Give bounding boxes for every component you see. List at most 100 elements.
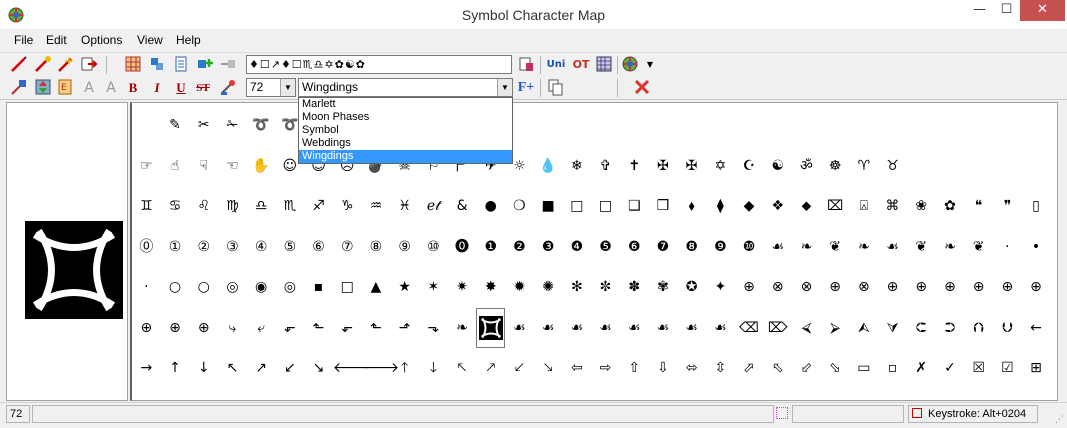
- glyph-cell[interactable]: [1050, 267, 1067, 307]
- glyph-cell[interactable]: ✠: [677, 146, 706, 186]
- glyph-cell[interactable]: ①: [161, 227, 190, 267]
- glyph-cell[interactable]: ☙: [763, 227, 792, 267]
- glyph-cell[interactable]: ⇧: [620, 348, 649, 388]
- glyph-cell[interactable]: ♓: [390, 186, 419, 226]
- glyph-cell[interactable]: ○: [189, 267, 218, 307]
- glyph-cell[interactable]: ⊞: [1022, 348, 1051, 388]
- glyph-cell[interactable]: ➰: [247, 105, 276, 145]
- glyph-cell[interactable]: ❦: [907, 227, 936, 267]
- font-size-combo[interactable]: 72 ▼: [246, 78, 296, 97]
- glyph-cell[interactable]: ⌦: [763, 308, 792, 348]
- menu-help[interactable]: Help: [176, 33, 201, 47]
- glyph-cell[interactable]: ❺: [591, 227, 620, 267]
- glyph-cell[interactable]: ⍓: [850, 186, 879, 226]
- glyph-cell[interactable]: ❾: [706, 227, 735, 267]
- glyph-cell[interactable]: ✂: [189, 105, 218, 145]
- glyph-cell[interactable]: ♊: [132, 186, 161, 226]
- glyph-cell[interactable]: ▭: [850, 348, 879, 388]
- swap-icon[interactable]: [147, 55, 167, 75]
- glyph-cell[interactable]: ⊕: [821, 267, 850, 307]
- glyph-cell[interactable]: [1022, 105, 1051, 145]
- sort-icon[interactable]: [33, 78, 53, 98]
- glyph-cell[interactable]: [993, 146, 1022, 186]
- glyph-cell[interactable]: ❹: [563, 227, 592, 267]
- glyph-cell[interactable]: ☝: [161, 146, 190, 186]
- copy-icon[interactable]: [546, 78, 566, 98]
- glyph-cell[interactable]: ✾: [649, 267, 678, 307]
- glyph-cell[interactable]: ⮘: [792, 308, 821, 348]
- glyph-cell[interactable]: ⮉: [964, 308, 993, 348]
- glyph-cell[interactable]: □: [563, 186, 592, 226]
- bold-button[interactable]: B: [123, 78, 143, 98]
- glyph-cell[interactable]: ✓: [936, 348, 965, 388]
- glyph-cell[interactable]: ③: [218, 227, 247, 267]
- glyph-cell[interactable]: ✿: [936, 186, 965, 226]
- glyph-cell[interactable]: [1050, 227, 1067, 267]
- glyph-cell[interactable]: ✽: [620, 267, 649, 307]
- font-combo[interactable]: Wingdings ▼: [298, 78, 513, 97]
- glyph-cell[interactable]: ▪: [304, 267, 333, 307]
- glyph-cell[interactable]: →: [132, 348, 161, 388]
- glyph-cell[interactable]: ☙: [563, 308, 592, 348]
- strikethrough-button[interactable]: ST: [193, 78, 213, 98]
- glyph-cell[interactable]: ⇳: [706, 348, 735, 388]
- glyph-cell[interactable]: ☙: [534, 308, 563, 348]
- glyph-cell[interactable]: [907, 146, 936, 186]
- glyph-cell[interactable]: ✗: [907, 348, 936, 388]
- glyph-cell[interactable]: ⌫: [735, 308, 764, 348]
- glyph-cell[interactable]: ⬏: [390, 308, 419, 348]
- glyph-cell[interactable]: ⑧: [362, 227, 391, 267]
- glyph-cell[interactable]: [792, 105, 821, 145]
- glyph-cell[interactable]: ⬥: [792, 186, 821, 226]
- glyph-cell[interactable]: [649, 105, 678, 145]
- glyph-cell[interactable]: ◆: [735, 186, 764, 226]
- glyph-cell[interactable]: 🡔: [448, 348, 477, 388]
- glyph-cell[interactable]: ⇦: [563, 348, 592, 388]
- glyph-cell[interactable]: ☸: [821, 146, 850, 186]
- font-option-symbol[interactable]: Symbol: [299, 124, 512, 137]
- glyph-cell[interactable]: ⬧: [677, 186, 706, 226]
- glyph-cell[interactable]: ⮊: [936, 308, 965, 348]
- glyph-cell[interactable]: ✝: [620, 146, 649, 186]
- glyph-cell[interactable]: ⧫: [706, 186, 735, 226]
- glyph-cell[interactable]: [907, 105, 936, 145]
- glyph-cell[interactable]: ❍: [505, 186, 534, 226]
- glyph-cell[interactable]: ⊕: [993, 267, 1022, 307]
- glyph-cell[interactable]: ⌘: [878, 186, 907, 226]
- glyph-cell[interactable]: [878, 105, 907, 145]
- glyph-cell[interactable]: ♈: [850, 146, 879, 186]
- glyph-cell[interactable]: ❄: [563, 146, 592, 186]
- glyph-cell[interactable]: ❞: [993, 186, 1022, 226]
- glyph-cell[interactable]: ♑: [333, 186, 362, 226]
- glyph-cell[interactable]: ⓿: [448, 227, 477, 267]
- glyph-cell[interactable]: ⮈: [907, 308, 936, 348]
- glyph-cell[interactable]: ☙: [620, 308, 649, 348]
- glyph-cell[interactable]: ♏: [276, 186, 305, 226]
- glyph-cell[interactable]: ⇩: [649, 348, 678, 388]
- glyph-cell[interactable]: ↓: [189, 348, 218, 388]
- glyph-cell[interactable]: ❑: [620, 186, 649, 226]
- glyph-cell[interactable]: ⬂: [821, 348, 850, 388]
- glyph-cell[interactable]: ⬎: [419, 308, 448, 348]
- menu-view[interactable]: View: [137, 33, 163, 47]
- glyph-cell[interactable]: ⊕: [964, 267, 993, 307]
- glyph-cell[interactable]: [1050, 186, 1067, 226]
- glyph-cell[interactable]: [620, 105, 649, 145]
- font-option-marlett[interactable]: Marlett: [299, 98, 512, 111]
- chevron-down-icon[interactable]: ▼: [280, 79, 295, 96]
- glyph-cell[interactable]: [1050, 308, 1067, 348]
- glyph-cell[interactable]: ⑥: [304, 227, 333, 267]
- glyph-cell[interactable]: [591, 105, 620, 145]
- glyph-cell[interactable]: [534, 105, 563, 145]
- glyph-cell[interactable]: ↑: [161, 348, 190, 388]
- glyph-cell[interactable]: [964, 105, 993, 145]
- glyph-cell[interactable]: ⬃: [792, 348, 821, 388]
- glyph-cell[interactable]: ✶: [419, 267, 448, 307]
- font-size-up-icon[interactable]: A: [79, 78, 99, 98]
- remove-icon[interactable]: [218, 55, 238, 75]
- glyph-cell[interactable]: ▯: [1022, 186, 1051, 226]
- glyph-cell[interactable]: [1050, 348, 1067, 388]
- glyph-cell[interactable]: ☙: [591, 308, 620, 348]
- glyph-cell[interactable]: [1050, 146, 1067, 186]
- maximize-button[interactable]: ☐: [993, 0, 1020, 21]
